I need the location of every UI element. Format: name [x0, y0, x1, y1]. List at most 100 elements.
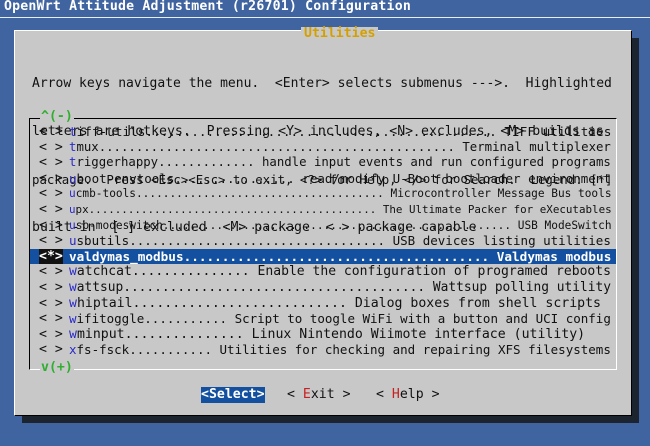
menu-item-mark: < >	[39, 311, 63, 327]
menu-item-mark: <*>	[39, 248, 63, 264]
menu-item-hotkey: w	[69, 311, 77, 327]
menu-item-label: wifitoggle........... Script to toogle W…	[69, 311, 611, 327]
menu-item-mark: < >	[39, 233, 63, 249]
button-bracket: <	[376, 387, 392, 402]
utilities-dialog: Utilities Arrow keys navigate the menu. …	[14, 27, 632, 416]
menu-item-description: minput............... Linux Nintendo Wii…	[76, 326, 586, 342]
menu-item-label: triggerhappy............. handle input e…	[69, 155, 611, 171]
menu-item-mark: < >	[39, 326, 63, 342]
button-hotkey: S	[208, 387, 217, 402]
menu-item-mark: < >	[39, 124, 63, 139]
button-bar: <Select> < Exit > < Help >	[15, 387, 631, 403]
menu-item-checkbox[interactable]: < >	[39, 186, 63, 202]
menu-item-hotkey: u	[69, 218, 76, 232]
scroll-up-indicator[interactable]: ^(-)	[40, 110, 74, 124]
menu-item[interactable]: <*> valdymas_modbus......................…	[30, 248, 616, 265]
window-title: OpenWrt Attitude Adjustment (r26701) Con…	[4, 0, 411, 14]
menu-item[interactable]: < > ucmb-tools...........................…	[30, 186, 616, 202]
menu-item-checkbox[interactable]: < >	[39, 171, 63, 187]
menu-item-mark: < >	[39, 201, 63, 217]
menu-item[interactable]: < > wifitoggle........... Script to toogl…	[30, 311, 616, 327]
menu-item-label: ucmb-tools..............................…	[69, 186, 612, 202]
menu-item-description: px......................................…	[75, 202, 612, 216]
menu-item[interactable]: < > tiff-utils...........................…	[30, 124, 616, 140]
menu-item-hotkey: w	[69, 326, 77, 342]
button-hotkey: E	[302, 387, 311, 402]
menu-item-description: iff-utils...............................…	[76, 124, 612, 139]
menu-item-hotkey: w	[69, 279, 77, 295]
menu-item[interactable]: < > triggerhappy............. handle inpu…	[30, 155, 616, 171]
menu-item-mark: < >	[39, 155, 63, 171]
menu-item-hotkey: u	[69, 187, 76, 201]
menu-item[interactable]: < > wminput............... Linux Nintendo…	[30, 327, 616, 343]
menu-item-mark: < >	[39, 170, 63, 186]
menu-item-label: watchcat............... Enable the confi…	[69, 264, 611, 280]
help-line: Arrow keys navigate the menu. <Enter> se…	[32, 76, 612, 91]
menu-item-description: hiptail........................... Dialo…	[76, 295, 601, 311]
select-button[interactable]: <Select>	[201, 387, 265, 403]
button-bracket: <	[201, 387, 209, 402]
menu-item-checkbox[interactable]: < >	[39, 233, 63, 249]
title-divider	[0, 17, 650, 18]
dialog-shadow-right	[631, 38, 639, 422]
menu-item-label: wminput............... Linux Nintendo Wi…	[69, 327, 585, 343]
menu-item-checkbox[interactable]: <*>	[39, 248, 63, 265]
menu-item-mark: < >	[39, 139, 63, 155]
menu-item[interactable]: < > xfs-fsck........... Utilities for che…	[30, 342, 616, 358]
menu-item[interactable]: < > uboot-envtools................ read/m…	[30, 171, 616, 187]
exit-button[interactable]: < Exit >	[287, 387, 351, 403]
menu-item-description: fs-fsck........... Utilities for checkin…	[76, 342, 611, 358]
menu-item-mark: < >	[39, 295, 63, 311]
menu-item-description: aldymas_modbus..........................…	[76, 248, 612, 264]
menu-item-label: uboot-envtools................ read/modi…	[69, 171, 611, 187]
menu-item-label: tiff-utils..............................…	[69, 124, 611, 140]
menu-item[interactable]: < > watchcat............... Enable the co…	[30, 264, 616, 280]
menu-item-mark: < >	[39, 342, 63, 358]
menu-item-hotkey: w	[69, 264, 77, 280]
menu-item-mark: < >	[39, 186, 63, 202]
menu-item-description: boot-envtools................ read/modif…	[76, 170, 611, 186]
menu-item-hotkey: w	[69, 295, 77, 311]
menu-item-hotkey: t	[69, 124, 77, 139]
menu-item[interactable]: < > upx..................................…	[30, 202, 616, 218]
menu-item-checkbox[interactable]: < >	[39, 124, 63, 140]
menu-item-description: mux.....................................…	[76, 139, 611, 154]
menu-item-checkbox[interactable]: < >	[39, 155, 63, 171]
help-button[interactable]: < Help >	[376, 387, 440, 403]
menu-item-checkbox[interactable]: < >	[39, 202, 63, 218]
menu-item-checkbox[interactable]: < >	[39, 327, 63, 343]
menu-item-label: whiptail........................... Dial…	[69, 296, 601, 312]
menu-item-label: xfs-fsck........... Utilities for checki…	[69, 342, 611, 358]
menu-item-checkbox[interactable]: < >	[39, 264, 63, 280]
menu-item-checkbox[interactable]: < >	[39, 218, 63, 234]
menu-item[interactable]: < > wattsup..............................…	[30, 280, 616, 296]
menu-item-checkbox[interactable]: < >	[39, 311, 63, 327]
menu-item-mark: < >	[39, 279, 63, 295]
menu-item-hotkey: u	[69, 170, 77, 186]
menu-item-label: usb-modeswitch..........................…	[69, 218, 612, 234]
menu-item-checkbox[interactable]: < >	[39, 280, 63, 296]
menu-list[interactable]: ^(-) < > tiff-utils......................…	[29, 110, 617, 375]
button-label: elp	[399, 387, 424, 402]
menu-item-checkbox[interactable]: < >	[39, 296, 63, 312]
menu-item[interactable]: < > tmux.................................…	[30, 140, 616, 156]
menu-item[interactable]: < > whiptail........................... D…	[30, 296, 616, 312]
menu-items: < > tiff-utils...........................…	[30, 124, 616, 358]
button-hotkey: H	[391, 387, 400, 402]
menu-item-description: sb-modeswitch...........................…	[75, 218, 612, 232]
menu-item-label: valdymas_modbus.........................…	[69, 249, 611, 265]
button-bracket: <	[287, 387, 303, 402]
button-bracket: >	[334, 387, 351, 402]
menu-item[interactable]: < > usbutils.............................…	[30, 233, 616, 249]
menu-item-checkbox[interactable]: < >	[39, 342, 63, 358]
scroll-down-indicator[interactable]: v(+)	[40, 361, 74, 375]
menu-item-description: atchcat............... Enable the config…	[76, 264, 611, 280]
menu-item-hotkey: v	[69, 248, 77, 264]
menu-item-checkbox[interactable]: < >	[39, 140, 63, 156]
menu-item-label: upx.....................................…	[69, 202, 612, 218]
menu-item-hotkey: x	[69, 342, 77, 358]
menu-item[interactable]: < > usb-modeswitch.......................…	[30, 218, 616, 234]
menu-item-mark: < >	[39, 264, 63, 280]
menu-item-label: usbutils................................…	[69, 233, 611, 249]
menu-item-description: ifitoggle........... Script to toogle Wi…	[76, 311, 611, 327]
